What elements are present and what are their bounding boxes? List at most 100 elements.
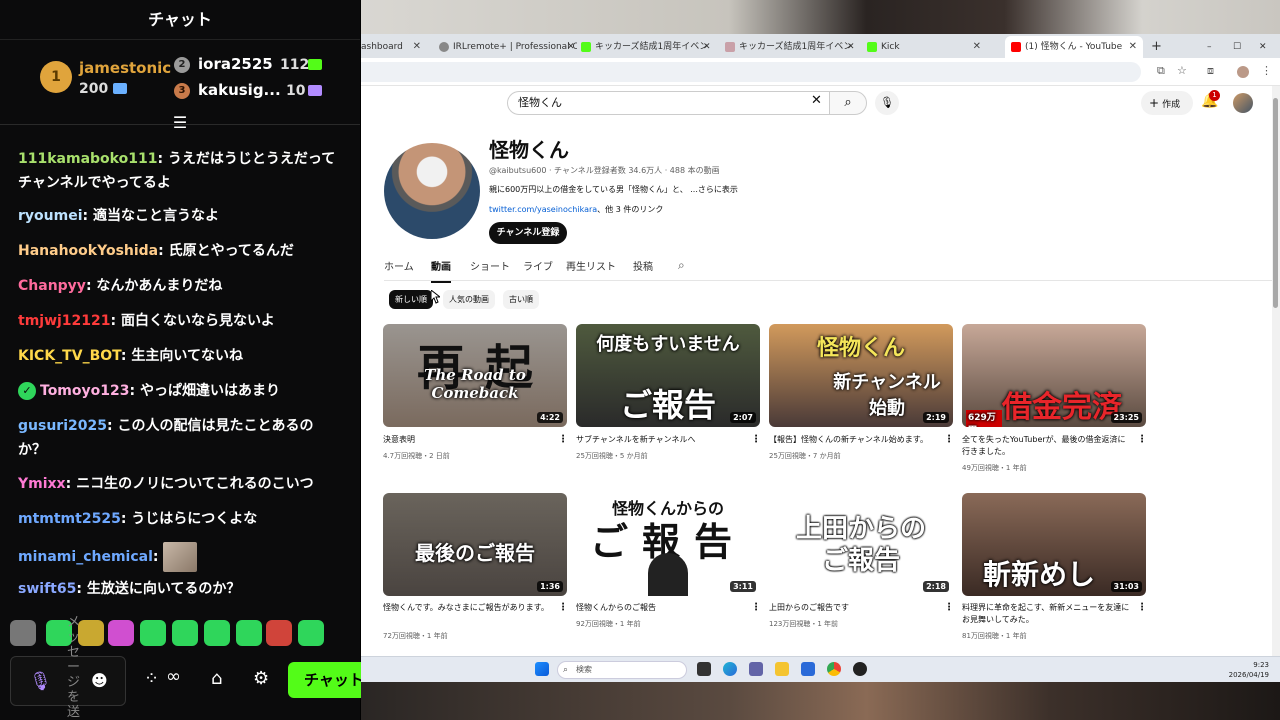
start-menu-icon[interactable] [535,662,549,676]
profile-avatar-icon[interactable] [1237,66,1249,78]
chat-username[interactable]: tmjwj12121 [18,313,111,329]
create-button[interactable]: + 作成 [1141,91,1193,115]
tab-playlists[interactable]: 再生リスト [566,258,616,273]
video-thumbnail[interactable]: 上田からのご報告 2:18 [769,493,953,596]
close-tab-icon[interactable]: ✕ [1129,36,1137,58]
maximize-icon[interactable]: ☐ [1233,36,1243,58]
chat-username[interactable]: KICK_TV_BOT [18,348,121,364]
chip-popular[interactable]: 人気の動画 [443,290,495,309]
youtube-search-input[interactable]: 怪物くん [507,91,829,115]
browser-tab[interactable]: キッカーズ結成1周年イベント チケット [581,36,707,58]
tab-live[interactable]: ライブ [523,258,553,273]
video-menu-icon[interactable]: ⋮ [558,434,568,445]
browser-tab[interactable]: ashboard ✕ [361,36,427,58]
rank-3-name[interactable]: kakusig... [198,81,281,99]
taskbar-clock[interactable]: 9:23 2026/04/19 [1221,660,1269,680]
chat-username[interactable]: Tomoyo123 [40,383,129,399]
close-tab-icon[interactable]: ✕ [847,36,857,58]
cast-icon[interactable]: ⧉ [1157,64,1165,78]
channel-description[interactable]: 親に600万円以上の借金をしている男「怪物くん」と、 ...さらに表示 [489,184,738,195]
video-title[interactable]: 全てを失ったYouTuberが、最後の借金返済に行きました。 [962,434,1132,458]
emote-icon[interactable] [10,620,36,646]
video-thumbnail[interactable]: 最後のご報告 1:36 [383,493,567,596]
video-menu-icon[interactable]: ⋮ [944,602,954,613]
task-view-icon[interactable] [697,662,711,676]
emote-icon[interactable] [204,620,230,646]
obs-icon[interactable] [853,662,867,676]
points-icon[interactable]: ⁘ [144,668,159,689]
chat-input[interactable]: 🎙 メッセージを送信 ☻ [10,615,126,720]
video-thumbnail[interactable]: 怪物くんからの ご報告 3:11 [576,493,760,596]
url-field[interactable] [361,62,1141,82]
video-menu-icon[interactable]: ⋮ [944,434,954,445]
video-title[interactable]: 上田からのご報告です [769,602,939,614]
video-menu-icon[interactable]: ⋮ [751,434,761,445]
file-explorer-icon[interactable] [775,662,789,676]
video-title[interactable]: 料理界に革命を起こす、新新メニューを友達にお見舞いしてみた。 [962,602,1132,626]
video-title[interactable]: 決意表明 [383,434,553,446]
rank-2-name[interactable]: iora2525 [198,55,273,73]
emote-icon[interactable] [78,620,104,646]
emote-icon[interactable] [298,620,324,646]
close-window-icon[interactable]: ✕ [1259,36,1269,58]
voice-search-icon[interactable]: 🎙 [875,91,899,115]
close-tab-icon[interactable]: ✕ [973,36,981,58]
extensions-icon[interactable]: ⧈ [1207,64,1214,78]
channel-link[interactable]: twitter.com/yaseinochikara [489,205,597,214]
scrollbar-thumb[interactable] [1273,98,1278,308]
chat-username[interactable]: Chanpyy [18,278,86,294]
emote-icon[interactable] [236,620,262,646]
store-icon[interactable]: ⌂ [211,668,222,689]
mic-icon[interactable]: 🎙 [29,671,52,692]
subscribe-button[interactable]: チャンネル登録 [489,222,567,244]
clear-search-icon[interactable]: ✕ [811,93,822,108]
collapse-leaderboard-icon[interactable]: ☰ [170,113,190,133]
store-icon[interactable] [801,662,815,676]
video-title[interactable]: 【報告】怪物くんの新チャンネル始めます。 [769,434,939,446]
chat-username[interactable]: HanahookYoshida [18,243,158,259]
rank-1-name[interactable]: jamestonic [79,59,171,77]
emoji-icon[interactable]: ☻ [91,671,108,690]
account-avatar[interactable] [1233,93,1253,113]
minimize-icon[interactable]: – [1207,36,1217,58]
channel-avatar[interactable] [384,143,480,239]
settings-gear-icon[interactable]: ⚙ [253,668,269,689]
bookmark-star-icon[interactable]: ☆ [1177,64,1187,77]
browser-tab-active[interactable]: (1) 怪物くん - YouTube ✕ [1005,36,1143,58]
chat-username[interactable]: gusuri2025 [18,418,107,434]
browser-tab[interactable]: Kick ✕ [867,36,987,58]
emote-icon[interactable] [172,620,198,646]
video-thumbnail[interactable]: 借金完済 629万円 23:25 [962,324,1146,427]
new-tab-icon[interactable]: + [1151,36,1163,58]
taskbar-search[interactable]: ⌕ 検索 [557,661,687,679]
search-icon[interactable]: ⌕ [829,91,867,115]
close-tab-icon[interactable]: ✕ [413,36,421,58]
chip-oldest[interactable]: 古い順 [503,290,539,309]
video-thumbnail[interactable]: 何度もすいません ご報告 2:07 [576,324,760,427]
emote-icon[interactable] [108,620,134,646]
browser-menu-icon[interactable]: ⋮ [1261,64,1272,77]
chat-username[interactable]: swift65 [18,581,76,597]
video-title[interactable]: 怪物くんからのご報告 [576,602,746,614]
video-title[interactable]: 怪物くんです。みなさまにご報告があります。 [383,602,553,614]
video-menu-icon[interactable]: ⋮ [751,602,761,613]
teams-icon[interactable] [749,662,763,676]
edge-icon[interactable] [723,662,737,676]
video-thumbnail[interactable]: 再起 The Road to Comeback 4:22 [383,324,567,427]
video-thumbnail[interactable]: 斬新めし 31:03 [962,493,1146,596]
video-menu-icon[interactable]: ⋮ [1137,602,1147,613]
close-tab-icon[interactable]: ✕ [703,36,713,58]
video-menu-icon[interactable]: ⋮ [1137,434,1147,445]
chrome-icon[interactable] [827,662,841,676]
browser-tab[interactable]: IRLremote+ | Professional OBS [439,36,577,58]
video-thumbnail[interactable]: 怪物くん 新チャンネル始動 2:19 [769,324,953,427]
tab-shorts[interactable]: ショート [470,258,510,273]
close-tab-icon[interactable]: ✕ [567,36,577,58]
chip-newest[interactable]: 新しい順 [389,290,433,309]
emote-icon[interactable] [140,620,166,646]
chat-username[interactable]: mtmtmt2525 [18,511,121,527]
browser-tab[interactable]: キッカーズ結成1周年イベントのチケ [725,36,851,58]
tab-home[interactable]: ホーム [384,258,414,273]
chat-username[interactable]: minami_chemical [18,549,153,565]
chat-username[interactable]: Ymixx [18,476,66,492]
